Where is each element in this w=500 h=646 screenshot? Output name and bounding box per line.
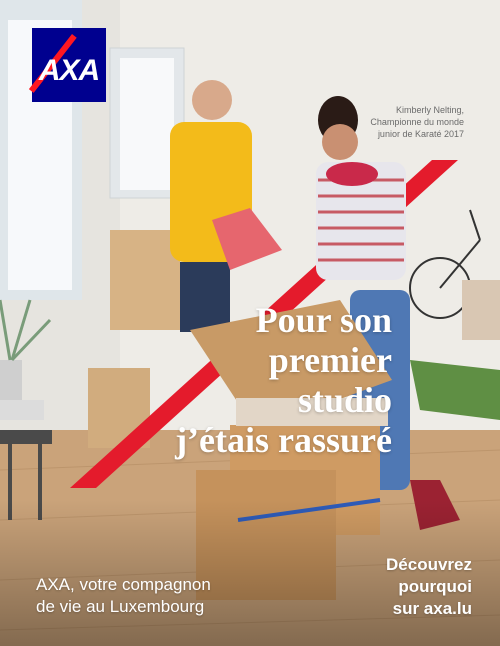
tagline-line: de vie au Luxembourg	[36, 597, 205, 616]
photo-caption: Kimberly Nelting, Championne du monde ju…	[360, 104, 464, 140]
tagline: AXA, votre compagnon de vie au Luxembour…	[36, 574, 256, 618]
caption-line: junior de Karaté 2017	[377, 129, 464, 139]
cta-line: sur axa.lu	[392, 599, 472, 618]
call-to-action[interactable]: Découvrez pourquoi sur axa.lu	[350, 554, 472, 620]
caption-line: Kimberly Nelting,	[395, 105, 464, 115]
headline: Pour son premier studio j’étais rassuré	[110, 300, 392, 460]
headline-line: studio	[297, 380, 392, 420]
cta-line: Découvrez	[386, 555, 472, 574]
cta-line: pourquoi	[398, 577, 472, 596]
caption-line: Championne du monde	[370, 117, 464, 127]
headline-line: premier	[268, 340, 392, 380]
headline-line: Pour son	[255, 300, 392, 340]
tagline-line: AXA, votre compagnon	[36, 575, 211, 594]
axa-logo: AXA	[28, 28, 106, 102]
logo-text: AXA	[38, 54, 100, 87]
headline-line: j’étais rassuré	[175, 420, 392, 460]
